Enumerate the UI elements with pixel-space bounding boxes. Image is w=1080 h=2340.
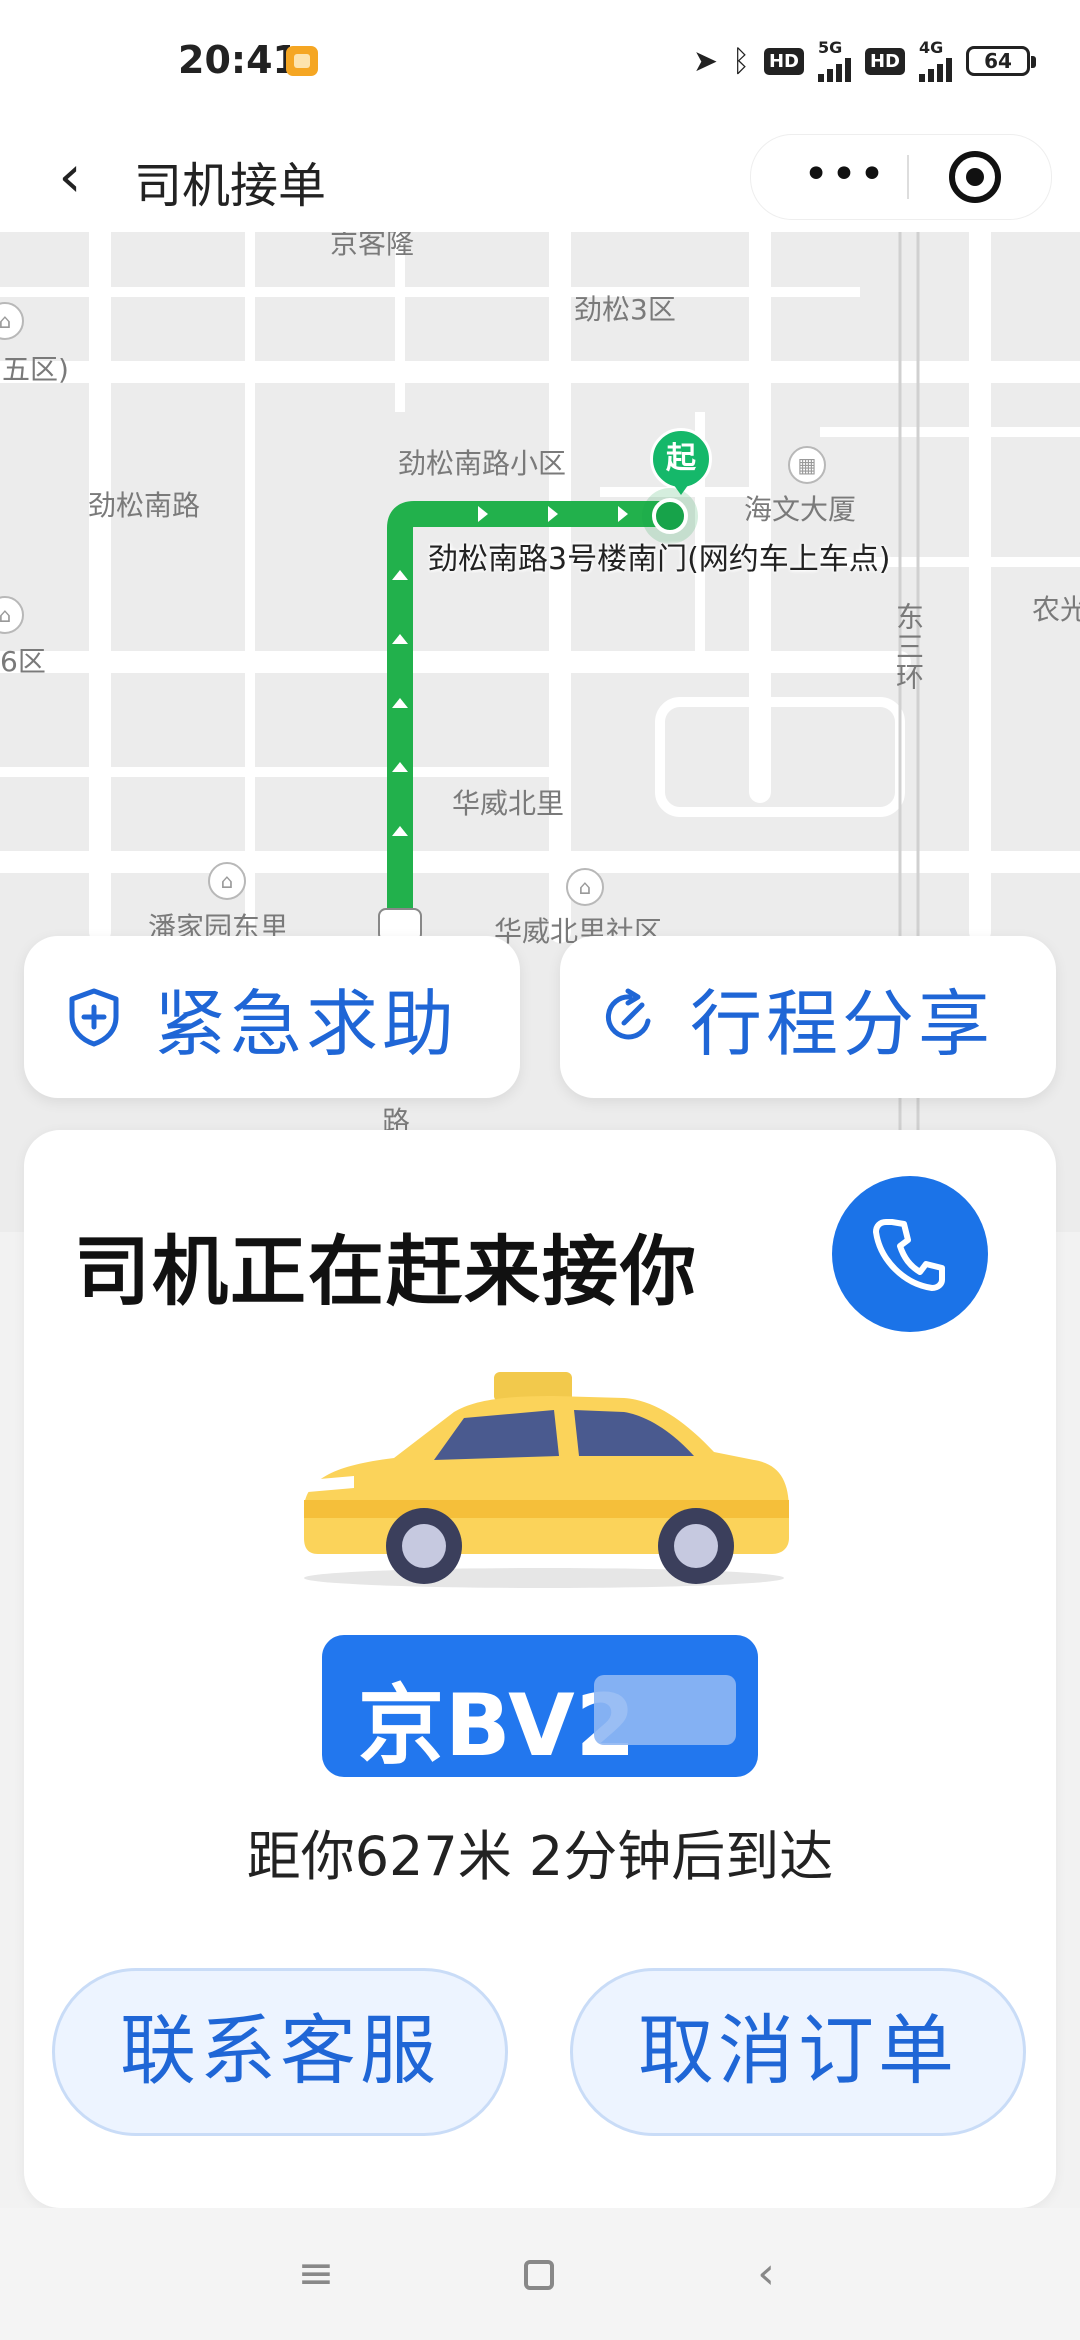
taxi-car-illustration	[304, 1372, 789, 1588]
call-driver-button[interactable]	[832, 1176, 988, 1332]
map-label-east-3rd-ring: 东三环	[892, 602, 925, 692]
battery-icon: 64	[966, 46, 1036, 76]
status-icons: ➤ ᛒ HD 5G HD 4G 64	[692, 38, 1036, 82]
status-time: 20:41	[178, 38, 299, 82]
sos-label: 紧急求助	[154, 981, 459, 1066]
capsule-divider	[907, 155, 909, 199]
poi-community-icon: ⌂	[208, 862, 246, 900]
sos-button[interactable]: 紧急求助	[24, 936, 520, 1098]
share-trip-button[interactable]: 行程分享	[560, 936, 1056, 1098]
network-5g: 5G	[817, 38, 851, 82]
driver-status-title: 司机正在赶来接你	[74, 1227, 698, 1316]
signal-icon-2	[919, 56, 952, 82]
menu-icon[interactable]: ≡	[276, 2238, 356, 2310]
network-5g-label: 5G	[817, 38, 843, 57]
page-title: 司机接单	[134, 158, 327, 214]
poi-building-icon: ▦	[788, 446, 826, 484]
shield-plus-icon	[69, 988, 119, 1047]
map-label-jinsong-nanlu: 劲松南路	[88, 489, 201, 522]
bluetooth-icon: ᛒ	[731, 43, 750, 79]
map-label-jinsong3: 劲松3区	[574, 293, 676, 326]
poi-community-icon-2: ⌂	[566, 868, 604, 906]
system-nav-bar: ≡ ‹	[0, 2208, 1080, 2340]
cancel-order-button[interactable]: 取消订单	[570, 1968, 1026, 2136]
notification-icon	[286, 46, 318, 76]
license-plate-mask	[594, 1675, 736, 1745]
more-icon[interactable]: •••	[785, 135, 905, 219]
network-4g-label: 4G	[919, 38, 944, 57]
status-bar: 20:41 ➤ ᛒ HD 5G HD 4G 64	[0, 0, 1080, 120]
map-label-jingkelong: 京客隆	[330, 232, 415, 260]
map-label-wuqu: 五区)	[2, 353, 69, 386]
share-trip-label: 行程分享	[690, 981, 995, 1066]
map-label-6qu: 6区	[0, 645, 46, 678]
map-label-huawei-beili: 华威北里	[452, 787, 565, 820]
driver-status-card: 司机正在赶来接你 京BV2 距你627米 2分钟后到达 联系客服 取消订单	[24, 1130, 1056, 2208]
hd-badge-2: HD	[864, 47, 905, 75]
location-arrow-icon: ➤	[692, 43, 718, 79]
pickup-point-label: 劲松南路3号楼南门(网约车上车点)	[428, 542, 891, 577]
home-icon[interactable]	[500, 2238, 580, 2310]
signal-icon	[817, 56, 851, 82]
map-label-haiwen-building: 海文大厦	[744, 493, 857, 526]
phone-icon	[873, 1219, 945, 1291]
share-refresh-icon	[605, 988, 651, 1040]
miniapp-capsule: •••	[750, 134, 1052, 220]
back-icon[interactable]: ‹	[726, 2238, 806, 2310]
start-marker[interactable]: 起	[650, 428, 712, 495]
contact-support-button[interactable]: 联系客服	[52, 1968, 508, 2136]
map-label-nongguang: 农光	[1032, 593, 1080, 626]
eta-text: 距你627米 2分钟后到达	[246, 1825, 834, 1888]
close-target-icon[interactable]	[949, 151, 1001, 203]
license-plate: 京BV2	[322, 1635, 758, 1777]
title-bar: ‹ 司机接单 •••	[0, 120, 1080, 232]
map-label-jinsong-nanlu-xiaoqu: 劲松南路小区	[398, 447, 567, 480]
hd-badge: HD	[763, 47, 804, 75]
pickup-point-dot	[652, 498, 688, 534]
network-4g: 4G	[919, 40, 952, 82]
back-chevron-icon[interactable]: ‹	[40, 144, 100, 208]
